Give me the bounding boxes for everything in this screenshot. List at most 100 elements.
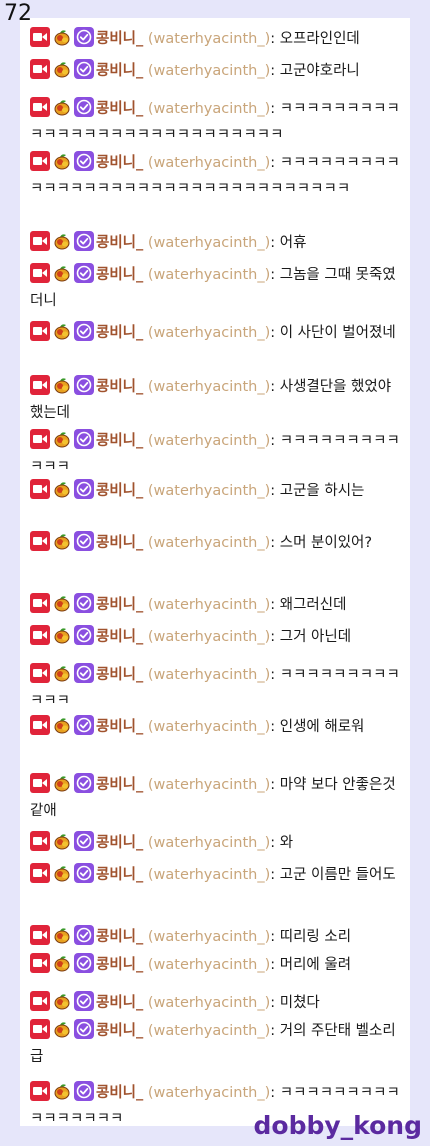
chat-message-text: 고군을 하시는 bbox=[279, 483, 365, 499]
chat-separator: : bbox=[270, 719, 280, 735]
fruit-badge-icon bbox=[52, 991, 72, 1011]
chat-message: 콩비니_ (waterhyacinth_): 와 bbox=[30, 830, 402, 856]
chat-login: (waterhyacinth_) bbox=[143, 31, 271, 47]
chat-username[interactable]: 콩비니_ bbox=[96, 63, 143, 79]
chat-message-text: 인생에 해로워 bbox=[279, 719, 365, 735]
chat-username[interactable]: 콩비니_ bbox=[96, 1023, 143, 1039]
chat-separator: : bbox=[270, 535, 280, 551]
chat-separator: : bbox=[270, 597, 280, 613]
fruit-badge-icon bbox=[52, 531, 72, 551]
fruit-badge-icon bbox=[52, 831, 72, 851]
video-camera-badge-icon bbox=[30, 715, 50, 735]
fruit-badge-icon bbox=[52, 97, 72, 117]
chat-username[interactable]: 콩비니_ bbox=[96, 483, 143, 499]
chat-username[interactable]: 콩비니_ bbox=[96, 719, 143, 735]
chat-separator: : bbox=[270, 777, 280, 793]
chat-login: (waterhyacinth_) bbox=[143, 155, 271, 171]
chat-login: (waterhyacinth_) bbox=[143, 325, 271, 341]
chat-login: (waterhyacinth_) bbox=[143, 101, 271, 117]
chat-username[interactable]: 콩비니_ bbox=[96, 155, 143, 171]
chat-message-text: 스머 분이있어? bbox=[279, 535, 373, 551]
fruit-badge-icon bbox=[52, 625, 72, 645]
video-camera-badge-icon bbox=[30, 991, 50, 1011]
verified-badge-icon bbox=[74, 429, 94, 449]
chat-separator: : bbox=[270, 267, 280, 283]
chat-username[interactable]: 콩비니_ bbox=[96, 433, 143, 449]
chat-separator: : bbox=[270, 483, 280, 499]
chat-message: 콩비니_ (waterhyacinth_): ㅋㅋㅋㅋㅋㅋㅋㅋㅋㅋㅋㅋ bbox=[30, 428, 402, 480]
fruit-badge-icon bbox=[52, 1081, 72, 1101]
fruit-badge-icon bbox=[52, 27, 72, 47]
watermark: dobby_kong bbox=[253, 1111, 422, 1140]
chat-message: 콩비니_ (waterhyacinth_): 오프라인인데 bbox=[30, 26, 402, 52]
chat-username[interactable]: 콩비니_ bbox=[96, 629, 143, 645]
chat-login: (waterhyacinth_) bbox=[143, 1023, 271, 1039]
chat-message: 콩비니_ (waterhyacinth_): 사생결단을 했었야했는데 bbox=[30, 374, 402, 426]
chat-login: (waterhyacinth_) bbox=[143, 483, 271, 499]
verified-badge-icon bbox=[74, 531, 94, 551]
video-camera-badge-icon bbox=[30, 663, 50, 683]
video-camera-badge-icon bbox=[30, 831, 50, 851]
video-camera-badge-icon bbox=[30, 953, 50, 973]
fruit-badge-icon bbox=[52, 863, 72, 883]
chat-message-text: 이 사단이 벌어졌네 bbox=[279, 325, 396, 341]
chat-message: 콩비니_ (waterhyacinth_): 왜그러신데 bbox=[30, 592, 402, 618]
fruit-badge-icon bbox=[52, 953, 72, 973]
video-camera-badge-icon bbox=[30, 531, 50, 551]
chat-username[interactable]: 콩비니_ bbox=[96, 235, 143, 251]
chat-message: 콩비니_ (waterhyacinth_): ㅋㅋㅋㅋㅋㅋㅋㅋㅋㅋㅋㅋㅋㅋㅋㅋㅋ… bbox=[30, 150, 402, 202]
chat-separator: : bbox=[270, 433, 280, 449]
chat-separator: : bbox=[270, 101, 280, 117]
verified-badge-icon bbox=[74, 479, 94, 499]
chat-username[interactable]: 콩비니_ bbox=[96, 929, 143, 945]
verified-badge-icon bbox=[74, 715, 94, 735]
fruit-badge-icon bbox=[52, 1019, 72, 1039]
chat-login: (waterhyacinth_) bbox=[143, 535, 271, 551]
chat-username[interactable]: 콩비니_ bbox=[96, 31, 143, 47]
verified-badge-icon bbox=[74, 231, 94, 251]
chat-login: (waterhyacinth_) bbox=[143, 433, 271, 449]
chat-message: 콩비니_ (waterhyacinth_): 인생에 해로워 bbox=[30, 714, 402, 740]
video-camera-badge-icon bbox=[30, 59, 50, 79]
chat-username[interactable]: 콩비니_ bbox=[96, 995, 143, 1011]
chat-username[interactable]: 콩비니_ bbox=[96, 267, 143, 283]
video-camera-badge-icon bbox=[30, 625, 50, 645]
video-camera-badge-icon bbox=[30, 479, 50, 499]
chat-username[interactable]: 콩비니_ bbox=[96, 777, 143, 793]
chat-separator: : bbox=[270, 867, 280, 883]
chat-message-text: 고군야호라니 bbox=[279, 63, 360, 79]
fruit-badge-icon bbox=[52, 263, 72, 283]
fruit-badge-icon bbox=[52, 429, 72, 449]
chat-message-text: 그거 아닌데 bbox=[279, 629, 352, 645]
chat-login: (waterhyacinth_) bbox=[143, 1085, 271, 1101]
chat-message: 콩비니_ (waterhyacinth_): 거의 주단태 벨소리급 bbox=[30, 1018, 402, 1070]
chat-username[interactable]: 콩비니_ bbox=[96, 325, 143, 341]
chat-username[interactable]: 콩비니_ bbox=[96, 867, 143, 883]
chat-message: 콩비니_ (waterhyacinth_): 스머 분이있어? bbox=[30, 530, 402, 556]
chat-message: 콩비니_ (waterhyacinth_): 그거 아닌데 bbox=[30, 624, 402, 650]
video-camera-badge-icon bbox=[30, 375, 50, 395]
chat-username[interactable]: 콩비니_ bbox=[96, 1085, 143, 1101]
video-camera-badge-icon bbox=[30, 863, 50, 883]
chat-username[interactable]: 콩비니_ bbox=[96, 835, 143, 851]
verified-badge-icon bbox=[74, 953, 94, 973]
chat-username[interactable]: 콩비니_ bbox=[96, 667, 143, 683]
chat-message-text: 띠리링 소리 bbox=[279, 929, 352, 945]
chat-separator: : bbox=[270, 155, 280, 171]
verified-badge-icon bbox=[74, 593, 94, 613]
verified-badge-icon bbox=[74, 625, 94, 645]
chat-separator: : bbox=[270, 63, 280, 79]
chat-username[interactable]: 콩비니_ bbox=[96, 597, 143, 613]
verified-badge-icon bbox=[74, 151, 94, 171]
fruit-badge-icon bbox=[52, 593, 72, 613]
chat-username[interactable]: 콩비니_ bbox=[96, 535, 143, 551]
chat-separator: : bbox=[270, 667, 280, 683]
video-camera-badge-icon bbox=[30, 429, 50, 449]
chat-login: (waterhyacinth_) bbox=[143, 719, 271, 735]
verified-badge-icon bbox=[74, 925, 94, 945]
chat-username[interactable]: 콩비니_ bbox=[96, 101, 143, 117]
chat-panel: 콩비니_ (waterhyacinth_): 오프라인인데 콩비니_ (water… bbox=[20, 18, 410, 1126]
chat-username[interactable]: 콩비니_ bbox=[96, 379, 143, 395]
chat-username[interactable]: 콩비니_ bbox=[96, 957, 143, 973]
chat-login: (waterhyacinth_) bbox=[143, 777, 271, 793]
